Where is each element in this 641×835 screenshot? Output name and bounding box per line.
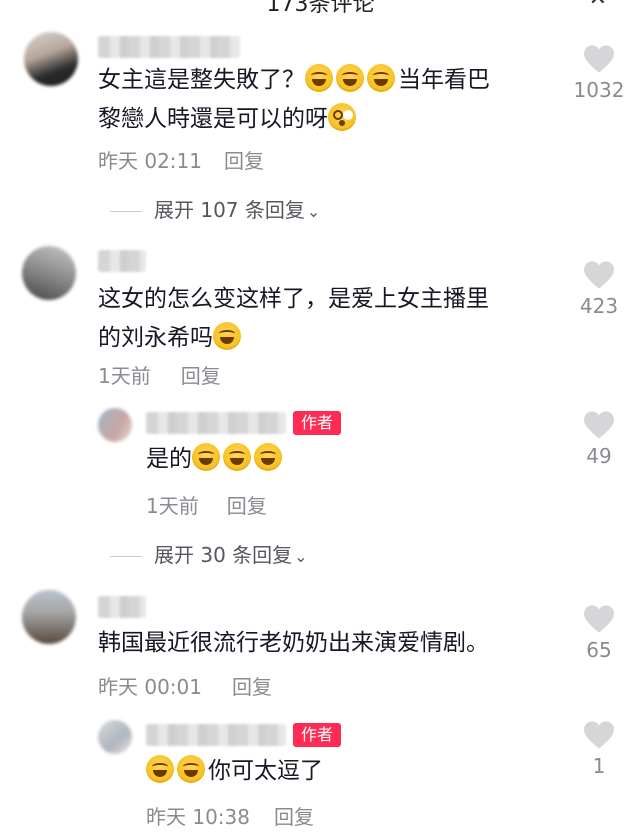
avatar[interactable] xyxy=(22,590,76,644)
reply-button[interactable]: 回复 xyxy=(274,805,314,829)
comments-header: 173条评论 ✕ xyxy=(0,0,641,14)
avatar[interactable] xyxy=(22,246,76,300)
comment-time: 1天前 xyxy=(98,364,151,388)
username-blurred[interactable] xyxy=(98,36,240,58)
laughing-emoji-icon xyxy=(336,64,364,92)
like-count: 65 xyxy=(586,638,612,662)
avatar[interactable] xyxy=(98,720,132,754)
username-blurred[interactable] xyxy=(146,724,286,746)
laughing-emoji-icon xyxy=(213,322,241,350)
like-count: 1 xyxy=(592,754,606,778)
laughing-emoji-icon xyxy=(223,443,251,471)
comment-meta: 昨天 00:01 回复 xyxy=(98,671,272,700)
username-blurred[interactable] xyxy=(146,412,286,434)
divider-line xyxy=(110,556,142,557)
like-button[interactable]: 1 xyxy=(569,720,629,778)
laughing-emoji-icon xyxy=(146,755,174,783)
reply-meta: 昨天 10:38 回复 xyxy=(146,801,314,830)
reply-button[interactable]: 回复 xyxy=(181,364,221,388)
reply-time: 昨天 10:38 xyxy=(146,805,250,829)
comment-meta: 昨天 02:11 回复 xyxy=(98,145,264,174)
avatar[interactable] xyxy=(98,408,132,442)
heart-icon[interactable] xyxy=(582,44,616,74)
laughing-emoji-icon xyxy=(177,755,205,783)
like-button[interactable]: 1032 xyxy=(569,44,629,102)
like-button[interactable]: 49 xyxy=(569,410,629,468)
expand-replies-button[interactable]: 展开 30 条回复 ⌄ xyxy=(110,539,308,568)
laughing-emoji-icon xyxy=(367,64,395,92)
author-badge: 作者 xyxy=(293,411,342,435)
reply-text: 是的 xyxy=(146,440,285,479)
username-blurred[interactable] xyxy=(98,250,146,272)
heart-icon[interactable] xyxy=(582,604,616,634)
avatar[interactable] xyxy=(24,32,78,86)
like-count: 49 xyxy=(586,444,612,468)
laughing-emoji-icon xyxy=(254,443,282,471)
heart-icon[interactable] xyxy=(582,410,616,440)
like-button[interactable]: 65 xyxy=(569,604,629,662)
comment-time: 昨天 00:01 xyxy=(98,675,202,699)
like-button[interactable]: 423 xyxy=(569,260,629,318)
close-icon[interactable]: ✕ xyxy=(589,0,607,11)
chevron-down-icon: ⌄ xyxy=(294,547,308,566)
divider-line xyxy=(110,211,142,212)
author-badge: 作者 xyxy=(293,723,342,747)
reply-time: 1天前 xyxy=(146,494,199,518)
reply-meta: 1天前 回复 xyxy=(146,490,267,519)
heart-icon[interactable] xyxy=(582,720,616,750)
astonished-emoji-icon xyxy=(328,103,356,131)
like-count: 1032 xyxy=(573,78,625,102)
comments-count-title: 173条评论 xyxy=(266,0,375,14)
chevron-down-icon: ⌄ xyxy=(306,202,321,221)
laughing-emoji-icon xyxy=(305,64,333,92)
comment-text: 这女的怎么变这样了，是爱上女主播里 的刘永希吗 xyxy=(98,286,489,351)
reply-button[interactable]: 回复 xyxy=(232,675,272,699)
reply-text: 你可太逗了 xyxy=(146,752,323,791)
laughing-emoji-icon xyxy=(192,443,220,471)
reply-button[interactable]: 回复 xyxy=(224,149,264,173)
expand-replies-button[interactable]: 展开 107 条回复 ⌄ xyxy=(110,194,320,223)
like-count: 423 xyxy=(579,294,619,318)
comment-text: 韩国最近很流行老奶奶出来演爱情剧。 xyxy=(98,630,489,656)
comment-time: 昨天 02:11 xyxy=(98,149,202,173)
comment-meta: 1天前 回复 xyxy=(98,360,221,389)
heart-icon[interactable] xyxy=(582,260,616,290)
username-blurred[interactable] xyxy=(98,596,146,618)
comment-text: 女主這是整失敗了？ 当年看巴 黎戀人時還是可以的呀 xyxy=(98,61,490,139)
reply-button[interactable]: 回复 xyxy=(227,494,267,518)
